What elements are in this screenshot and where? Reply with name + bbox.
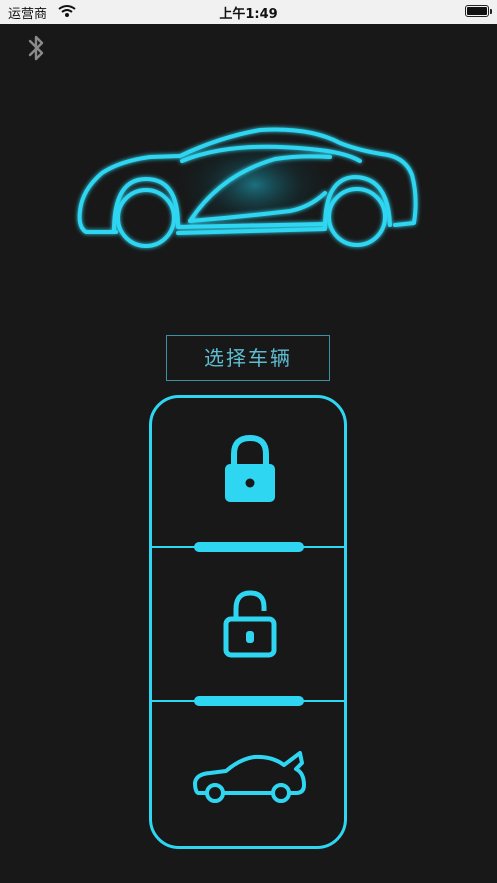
car-trunk-icon	[193, 751, 306, 803]
fob-divider	[152, 539, 344, 553]
bluetooth-icon[interactable]	[24, 32, 48, 64]
lock-button[interactable]	[152, 398, 344, 546]
key-fob-panel	[149, 395, 347, 849]
app-screen: 运营商 上午1:49 选择车辆	[0, 0, 497, 883]
car-outline-icon	[70, 115, 426, 265]
status-time: 上午1:49	[219, 7, 278, 22]
battery-icon	[465, 5, 492, 17]
lock-open-icon	[223, 590, 277, 658]
fob-divider	[152, 693, 344, 707]
status-bar: 运营商 上午1:49	[0, 0, 497, 24]
unlock-button[interactable]	[152, 553, 344, 693]
lock-closed-icon	[225, 434, 275, 502]
trunk-button[interactable]	[152, 707, 344, 847]
select-vehicle-button[interactable]: 选择车辆	[166, 335, 330, 381]
